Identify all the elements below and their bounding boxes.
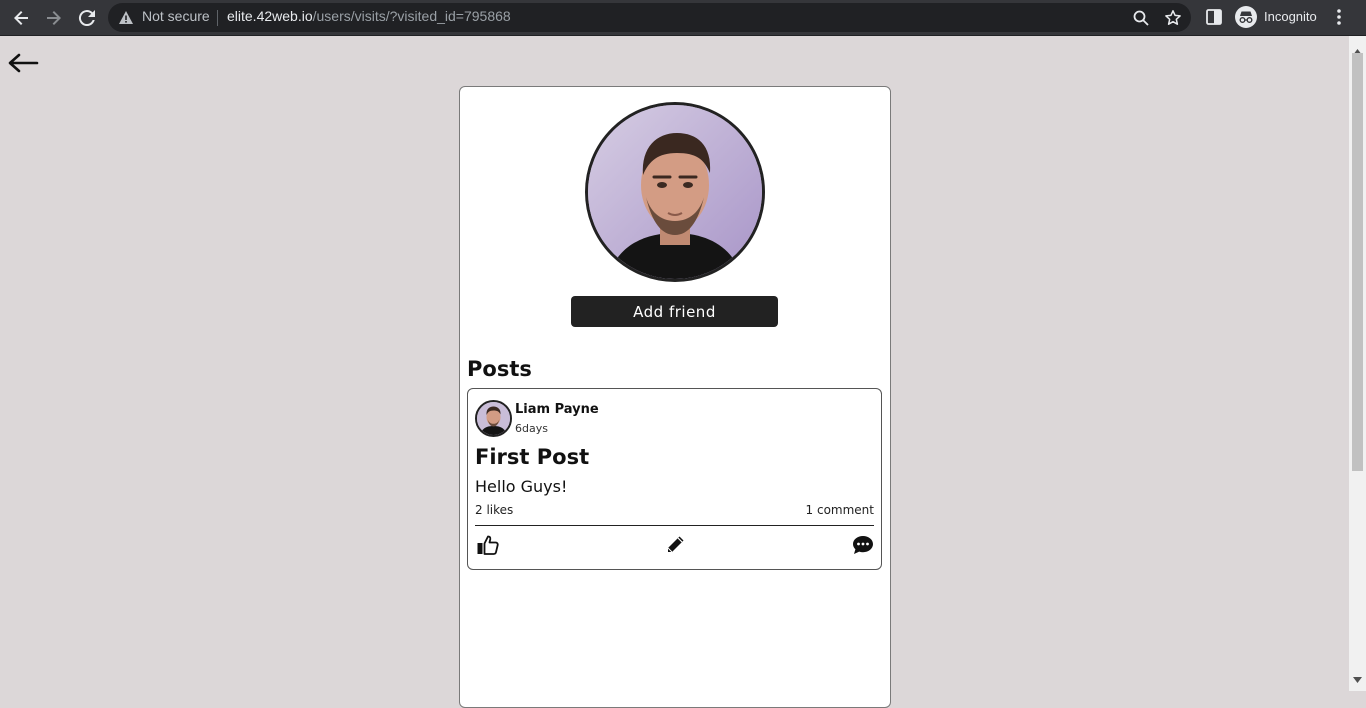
url-host[interactable]: elite.42web.io	[227, 8, 313, 24]
url-path[interactable]: /users/visits/?visited_id=795868	[313, 8, 511, 24]
security-label[interactable]: Not secure	[142, 8, 210, 24]
post-comments-count[interactable]: 1 comment	[806, 503, 874, 517]
edit-icon[interactable]	[664, 534, 688, 556]
posts-heading: Posts	[467, 357, 532, 381]
post-card: Liam Payne 6days First Post Hello Guys! …	[467, 388, 882, 570]
post-likes-count[interactable]: 2 likes	[475, 503, 513, 517]
reload-icon[interactable]	[75, 6, 99, 30]
comment-icon[interactable]	[851, 534, 875, 556]
address-bar[interactable]: Not secure elite.42web.io/users/visits/?…	[108, 3, 1191, 32]
post-timestamp: 6days	[515, 422, 548, 435]
add-friend-button[interactable]: Add friend	[571, 296, 778, 327]
back-icon[interactable]	[9, 6, 33, 30]
url-text[interactable]: elite.42web.io/users/visits/?visited_id=…	[227, 8, 511, 24]
scroll-down-arrow-icon[interactable]	[1353, 668, 1362, 687]
post-author-avatar[interactable]	[475, 400, 512, 437]
warning-icon[interactable]	[118, 10, 134, 29]
menu-icon[interactable]	[1336, 8, 1342, 30]
browser-toolbar: Not secure elite.42web.io/users/visits/?…	[0, 0, 1366, 36]
profile-card: Add friend Posts Liam Payne 6days First …	[459, 86, 891, 708]
side-panel-icon[interactable]	[1205, 8, 1223, 30]
page-scrollbar[interactable]	[1349, 36, 1366, 691]
zoom-icon[interactable]	[1132, 9, 1150, 31]
post-title: First Post	[475, 445, 590, 469]
address-separator	[217, 10, 218, 26]
post-body: Hello Guys!	[475, 477, 568, 496]
like-icon[interactable]	[476, 534, 500, 556]
scrollbar-thumb[interactable]	[1352, 53, 1363, 471]
bookmark-star-icon[interactable]	[1164, 9, 1182, 31]
back-arrow-icon[interactable]	[7, 52, 39, 74]
forward-icon[interactable]	[42, 6, 66, 30]
incognito-icon	[1235, 6, 1257, 28]
post-divider	[475, 525, 874, 526]
profile-avatar	[585, 102, 765, 282]
post-author-name[interactable]: Liam Payne	[515, 402, 599, 417]
incognito-label: Incognito	[1264, 9, 1317, 24]
